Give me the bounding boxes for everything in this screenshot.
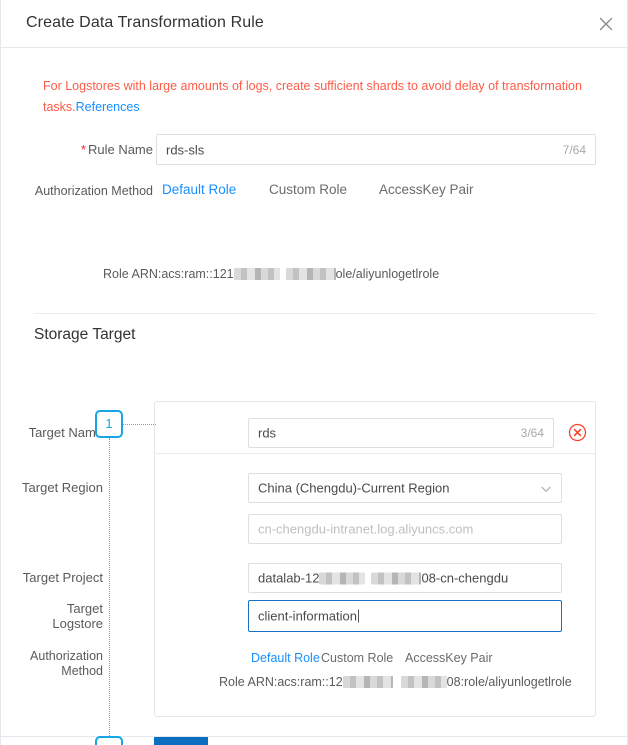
redaction-block xyxy=(400,676,447,688)
target-role-arn-text: Role ARN:acs:ram::12 08:role/aliyunlogetl… xyxy=(219,675,572,689)
dialog-header: Create Data Transformation Rule xyxy=(1,0,627,48)
chevron-down-icon xyxy=(540,482,552,494)
references-link[interactable]: References xyxy=(76,100,140,114)
text-cursor xyxy=(358,609,359,623)
target-name-counter: 3/64 xyxy=(520,426,544,440)
tab-default-role[interactable]: Default Role xyxy=(162,182,236,197)
target-project-suffix: 08-cn-chengdu xyxy=(421,570,509,586)
target-role-arn-suffix: 08:role/aliyunlogetlrole xyxy=(446,675,572,689)
storage-target-title: Storage Target xyxy=(34,326,136,343)
redaction-block xyxy=(285,268,336,280)
add-button[interactable]: Add xyxy=(154,736,208,745)
callout-connector-1 xyxy=(123,424,156,425)
target-logstore-value: client-information xyxy=(258,609,359,624)
target-logstore-text: client-information xyxy=(258,608,357,624)
close-icon[interactable] xyxy=(595,13,617,35)
endpoint-input[interactable]: cn-chengdu-intranet.log.aliyuncs.com xyxy=(248,514,562,544)
target-name-value: rds xyxy=(258,425,277,441)
callout-marker-1: 1 xyxy=(95,410,123,438)
storage-target-card xyxy=(154,401,596,717)
target-project-value: datalab-12 08-cn-chengdu xyxy=(258,571,508,586)
target-authorization-method-label: Authorization Method xyxy=(30,649,103,678)
rule-name-input[interactable]: rds-sls 7/64 xyxy=(156,134,596,165)
create-data-transformation-rule-dialog: Create Data Transformation Rule For Logs… xyxy=(0,0,628,745)
warning-notice: For Logstores with large amounts of logs… xyxy=(43,76,583,118)
target-name-input[interactable]: rds 3/64 xyxy=(248,418,554,448)
required-marker: * xyxy=(80,142,86,157)
target-authorization-method-tabs: Default Role Custom Role AccessKey Pair xyxy=(251,651,511,669)
page-title: Create Data Transformation Rule xyxy=(26,14,264,31)
rule-name-label: * Rule Name xyxy=(41,142,153,157)
target-tab-default-role[interactable]: Default Role xyxy=(251,651,320,665)
redaction-block xyxy=(233,268,280,280)
target-role-arn-prefix: Role ARN:acs:ram::12 xyxy=(219,675,343,689)
authorization-method-tabs: Default Role Custom Role AccessKey Pair xyxy=(162,182,562,202)
target-project-prefix: datalab-12 xyxy=(258,570,320,586)
rule-name-value: rds-sls xyxy=(166,142,205,157)
redaction-block xyxy=(319,572,366,585)
target-region-label: Target Region xyxy=(22,480,103,495)
rule-name-label-text: Rule Name xyxy=(87,142,153,157)
role-arn-text: Role ARN:acs:ram::121 ole/aliyunlogetlrol… xyxy=(103,267,439,281)
authorization-method-label: Authorization Method xyxy=(34,184,153,198)
rule-name-counter: 7/64 xyxy=(562,142,586,157)
card-divider xyxy=(155,453,595,454)
tab-custom-role[interactable]: Custom Role xyxy=(269,182,347,197)
redaction-block xyxy=(342,676,393,688)
footer-divider xyxy=(1,736,627,737)
target-region-select[interactable]: China (Chengdu)-Current Region xyxy=(248,473,562,503)
dialog-body: For Logstores with large amounts of logs… xyxy=(1,48,627,745)
callout-marker-2: 2 xyxy=(95,736,123,745)
tab-accesskey-pair[interactable]: AccessKey Pair xyxy=(379,182,474,197)
role-arn-suffix: ole/aliyunlogetlrole xyxy=(335,267,440,281)
target-region-value: China (Chengdu)-Current Region xyxy=(258,480,450,496)
role-arn-prefix: Role ARN:acs:ram::121 xyxy=(103,267,234,281)
target-logstore-input[interactable]: client-information xyxy=(248,600,562,632)
target-logstore-label: Target Logstore xyxy=(52,601,103,631)
target-tab-accesskey-pair[interactable]: AccessKey Pair xyxy=(405,651,493,665)
target-project-input[interactable]: datalab-12 08-cn-chengdu xyxy=(248,563,562,593)
target-tab-custom-role[interactable]: Custom Role xyxy=(321,651,393,665)
delete-circle-icon[interactable] xyxy=(568,423,587,442)
endpoint-placeholder: cn-chengdu-intranet.log.aliyuncs.com xyxy=(258,521,474,537)
target-project-label: Target Project xyxy=(22,570,103,585)
redaction-block xyxy=(371,572,422,585)
callout-connector-vertical xyxy=(109,438,110,736)
section-divider xyxy=(34,313,596,314)
target-name-label: Target Name xyxy=(28,425,103,440)
